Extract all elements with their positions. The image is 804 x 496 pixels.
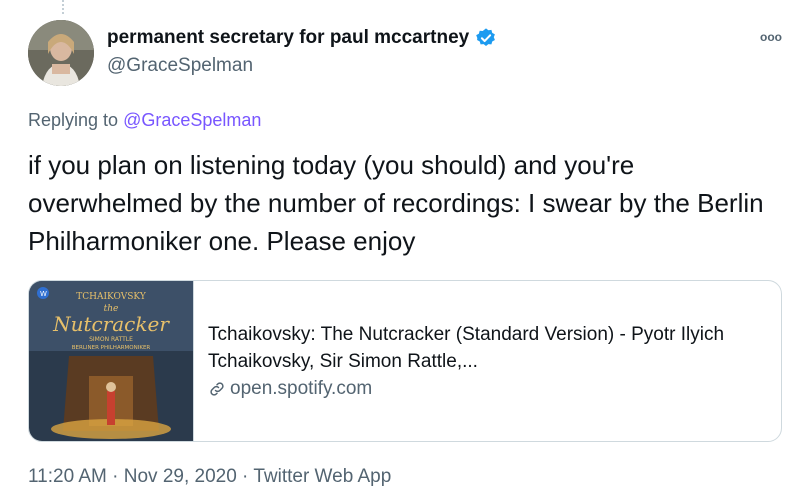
display-name[interactable]: permanent secretary for paul mccartney — [107, 27, 469, 49]
avatar[interactable] — [28, 20, 94, 86]
verified-badge-icon — [476, 28, 496, 46]
card-domain: open.spotify.com — [230, 378, 373, 399]
card-body: Tchaikovsky: The Nutcracker (Standard Ve… — [194, 281, 781, 441]
reply-handle-link[interactable]: @GraceSpelman — [123, 110, 261, 130]
cover-line1: TCHAIKOVSKY — [76, 292, 147, 302]
handle[interactable]: @GraceSpelman — [107, 55, 253, 77]
cover-line4: SIMON RATTLE — [89, 336, 133, 343]
cover-line3: Nutcracker — [52, 312, 170, 336]
card-title: Tchaikovsky: The Nutcracker (Standard Ve… — [208, 324, 725, 372]
tweet-timestamp[interactable]: 11:20 AM · Nov 29, 2020 · Twitter Web Ap… — [28, 466, 391, 488]
album-cover-image: W TCHAIKOVSKY the Nutcracker SIMON RATTL… — [29, 281, 194, 441]
more-options-icon[interactable]: ooo — [760, 30, 782, 44]
link-card[interactable]: W TCHAIKOVSKY the Nutcracker SIMON RATTL… — [28, 280, 782, 442]
thread-connector — [62, 0, 64, 14]
tweet-text: if you plan on listening today (you shou… — [28, 150, 764, 256]
card-url: open.spotify.com — [208, 375, 781, 402]
reply-context: Replying to @GraceSpelman — [28, 110, 261, 131]
avatar-image — [28, 20, 94, 86]
svg-text:W: W — [40, 290, 47, 298]
link-icon — [210, 381, 224, 396]
reply-prefix: Replying to — [28, 110, 119, 130]
cover-line5: BERLINER PHILHARMONIKER — [72, 345, 151, 351]
